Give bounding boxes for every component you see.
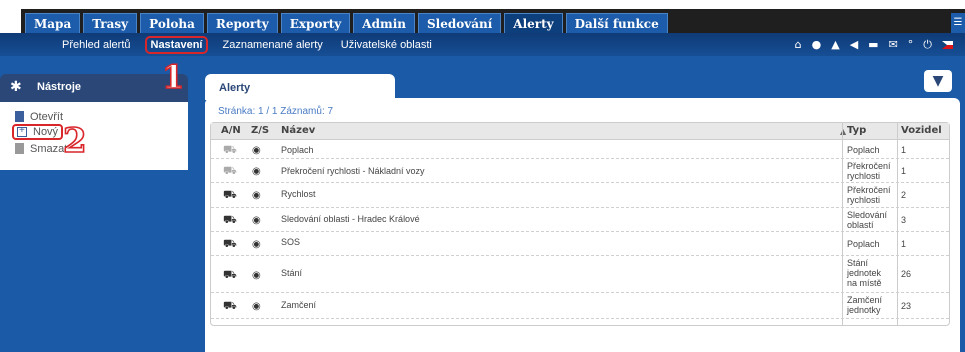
row-vozidel: 1 <box>901 166 907 176</box>
filter-icon[interactable]: ▼ <box>924 70 952 92</box>
row-vozidel: 23 <box>901 301 912 311</box>
eye-icon[interactable]: ◉ <box>252 166 261 177</box>
quick-icons: ⌂ ● ▲ ◀ ▬ ✉ ° ⏻ <box>795 33 953 56</box>
table-header: A/N Z/S Název ▲ Typ Vozidel <box>211 123 949 140</box>
flag-icon[interactable] <box>942 40 953 49</box>
eye-icon[interactable]: ◉ <box>252 190 261 201</box>
car-icon[interactable]: ⛟ <box>223 214 237 228</box>
car-icon[interactable]: ⛟ <box>223 269 237 283</box>
document-icon <box>15 111 24 122</box>
eye-icon[interactable]: ◉ <box>252 301 261 312</box>
gear-icon: ✱ <box>10 79 22 95</box>
tab-exporty[interactable]: Exporty <box>280 13 351 33</box>
table-row[interactable]: ⛟ ◉ Zamčení Zamčení jednotky 23 <box>211 293 949 319</box>
row-vozidel: 1 <box>901 239 907 249</box>
row-name: Stání <box>281 268 303 278</box>
row-name: Sledování oblasti - Hradec Králové <box>281 214 420 224</box>
tab-trasy[interactable]: Trasy <box>83 13 138 33</box>
row-name: Poplach <box>281 145 314 155</box>
tool-delete[interactable]: Smazat <box>15 142 67 155</box>
col-zs[interactable]: Z/S <box>251 125 269 136</box>
page-info: Stránka: 1 / 1 Záznamů: 7 <box>218 106 334 117</box>
row-vozidel: 2 <box>901 190 907 200</box>
row-typ: Poplach <box>847 145 880 155</box>
row-name: Překročení rychlosti - Nákladní vozy <box>281 166 425 176</box>
annotation-2: 2 <box>62 120 87 162</box>
row-vozidel: 1 <box>901 145 907 155</box>
subnav-prehled-alertu[interactable]: Přehled alertů <box>58 37 135 53</box>
row-vozidel: 3 <box>901 215 907 225</box>
eye-icon[interactable]: ◉ <box>252 215 261 226</box>
tool-open[interactable]: Otevřít <box>15 110 63 123</box>
tools-panel-title: Nástroje <box>37 81 82 93</box>
top-bar: Mapa Trasy Poloha Reporty Exporty Admin … <box>0 0 965 33</box>
table-row[interactable]: ⛟ ◉ Stání Stání jednotek na místě 26 <box>211 256 949 293</box>
car-icon[interactable]: ⛟ <box>223 189 237 203</box>
row-vozidel: 26 <box>901 269 912 279</box>
warning-icon[interactable]: ▲ <box>831 38 839 51</box>
car-icon[interactable]: ⛟ <box>223 300 237 314</box>
col-typ[interactable]: Typ <box>847 125 866 136</box>
alerts-table: A/N Z/S Název ▲ Typ Vozidel ⛟ ◉ Poplach … <box>210 122 950 326</box>
tab-reporty[interactable]: Reporty <box>206 13 278 33</box>
tab-alerty[interactable]: Alerty <box>504 13 563 33</box>
row-typ: Zamčení jednotky <box>847 295 883 315</box>
car-icon[interactable]: ⛟ <box>223 144 237 158</box>
eye-icon[interactable]: ◉ <box>252 239 261 250</box>
sound-icon[interactable]: ◀ <box>850 38 858 51</box>
trash-icon <box>15 143 24 154</box>
tab-poloha[interactable]: Poloha <box>140 13 204 33</box>
corner-menu-icon[interactable]: ☰ <box>951 13 965 33</box>
row-typ: Překročení rychlosti <box>847 185 891 205</box>
tab-sledovani[interactable]: Sledování <box>417 13 502 33</box>
annotation-1: 1 <box>161 57 185 97</box>
car-icon[interactable]: ⛟ <box>223 165 237 179</box>
settings-icon[interactable]: ° <box>908 38 914 51</box>
table-row[interactable]: ⛟ ◉ SOS Poplach 1 <box>211 232 949 256</box>
tab-admin[interactable]: Admin <box>353 13 415 33</box>
col-nazev[interactable]: Název <box>281 125 315 136</box>
tools-panel-header: ✱ Nástroje <box>0 74 188 102</box>
car-icon[interactable]: ⛟ <box>223 238 237 252</box>
row-name: Rychlost <box>281 189 316 199</box>
subnav-zaznamenane-alerty[interactable]: Zaznamenané alerty <box>218 37 326 53</box>
alerts-tab-label: Alerty <box>219 82 251 94</box>
col-vozidel[interactable]: Vozidel <box>901 125 942 136</box>
eye-icon[interactable]: ◉ <box>252 145 261 156</box>
table-row[interactable]: ⛟ ◉ Poplach Poplach 1 <box>211 141 949 159</box>
tools-panel: Otevřít Nový Smazat <box>0 102 188 170</box>
row-typ: Stání jednotek na místě <box>847 258 882 288</box>
tab-dalsi-funkce[interactable]: Další funkce <box>565 13 668 33</box>
tool-new-label: Nový <box>33 126 59 138</box>
row-typ: Sledování oblastí <box>847 210 888 230</box>
row-typ: Překročení rychlosti <box>847 161 891 181</box>
col-an[interactable]: A/N <box>221 125 241 136</box>
row-name: SOS <box>281 237 301 247</box>
mail-icon[interactable]: ✉ <box>889 38 898 51</box>
tab-mapa[interactable]: Mapa <box>25 13 81 33</box>
alerts-tab[interactable]: Alerty <box>205 74 395 100</box>
chat-icon[interactable]: ● <box>812 38 822 51</box>
add-icon <box>17 125 27 137</box>
eye-icon[interactable]: ◉ <box>252 270 261 281</box>
tool-delete-label: Smazat <box>30 142 68 155</box>
folder-icon[interactable]: ▬ <box>868 38 878 51</box>
row-name: Zamčení <box>281 300 317 310</box>
home-icon[interactable]: ⌂ <box>795 38 802 51</box>
power-icon[interactable]: ⏻ <box>923 38 932 52</box>
sub-nav: Přehled alertů Nastavení Zaznamenané ale… <box>0 33 965 56</box>
subnav-uzivatelske-oblasti[interactable]: Uživatelské oblasti <box>337 37 436 53</box>
tool-new[interactable]: Nový <box>12 124 64 140</box>
table-row[interactable]: ⛟ ◉ Rychlost Překročení rychlosti 2 <box>211 183 949 208</box>
row-typ: Poplach <box>847 239 880 249</box>
tool-open-label: Otevřít <box>30 110 64 123</box>
table-row[interactable]: ⛟ ◉ Překročení rychlosti - Nákladní vozy… <box>211 159 949 183</box>
sort-icon: ▲ <box>840 127 847 136</box>
table-row[interactable]: ⛟ ◉ Sledování oblasti - Hradec Králové S… <box>211 208 949 232</box>
main-tabs: Mapa Trasy Poloha Reporty Exporty Admin … <box>25 13 668 33</box>
subnav-nastaveni[interactable]: Nastavení <box>144 35 209 54</box>
